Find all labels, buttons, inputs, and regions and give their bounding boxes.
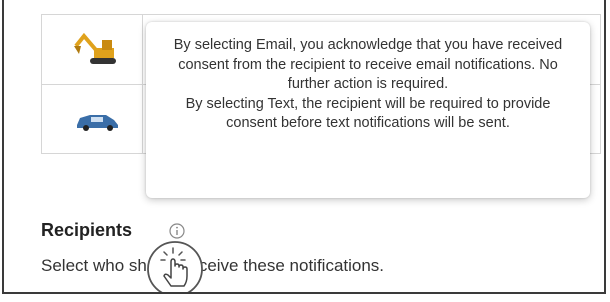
recipients-heading: Recipients [41,220,133,240]
text-consent-text: By selecting Text, the recipient will be… [185,95,551,132]
thumbnail-cell [42,15,143,84]
notification-settings-panel: By selecting Email, you acknowledge that… [2,0,606,294]
thumbnail-cell [42,85,143,154]
consent-tooltip: By selecting Email, you acknowledge that… [146,22,590,198]
hand-pointer-icon [147,241,203,292]
vehicle-thumbnail [77,115,118,131]
email-consent-text: By selecting Email, you acknowledge that… [173,37,563,92]
excavator-thumbnail [74,32,116,64]
recipients-description: Select who should receive these notifica… [41,256,385,275]
